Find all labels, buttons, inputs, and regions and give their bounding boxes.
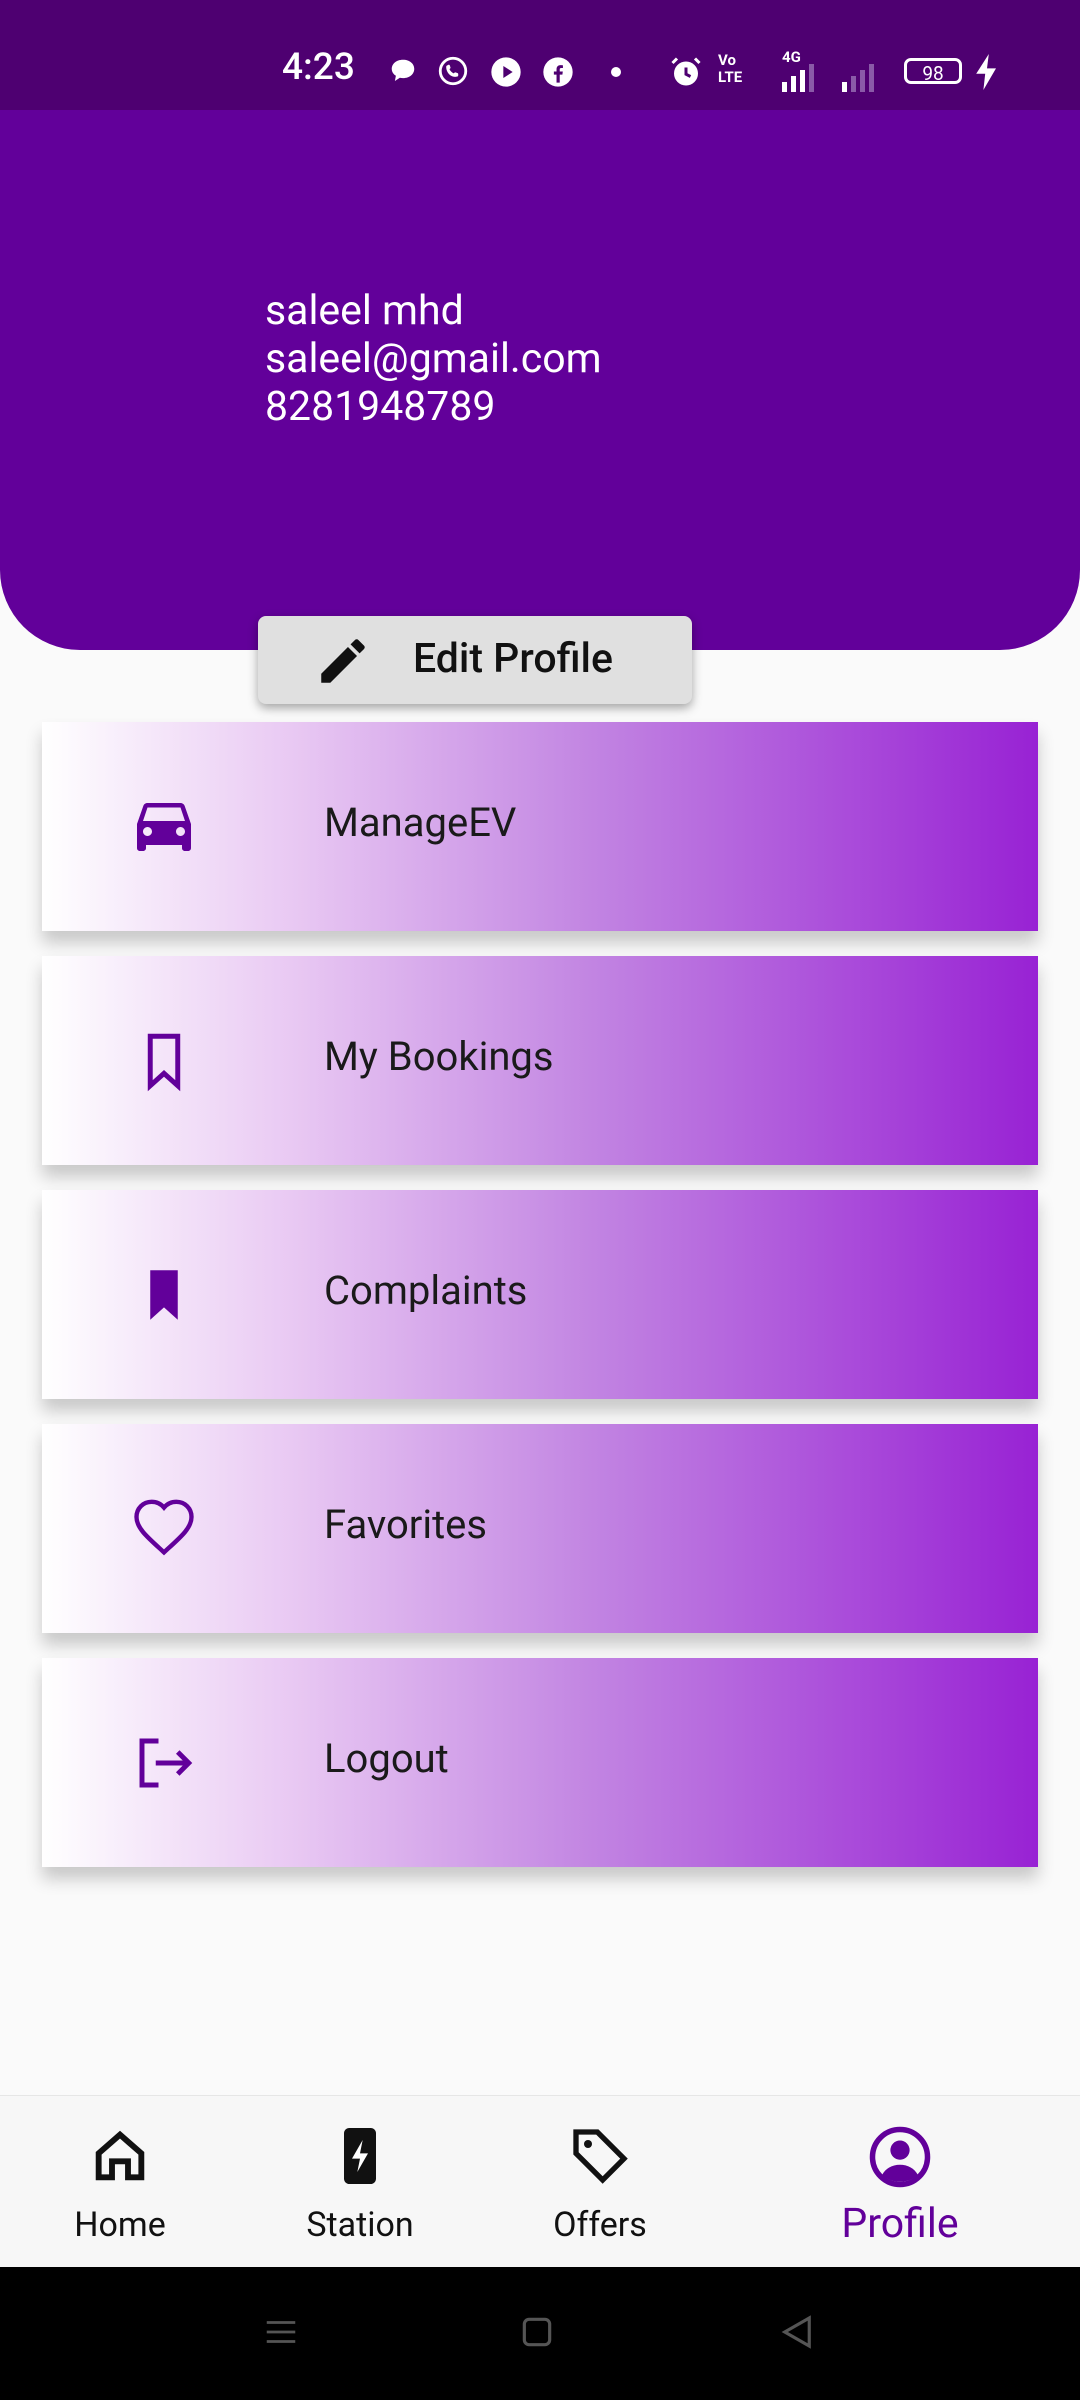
nav-label: Offers: [553, 2205, 647, 2245]
whatsapp-icon: [438, 56, 468, 86]
alarm-icon: [671, 57, 701, 86]
menu-label: Favorites: [324, 1501, 488, 1548]
logout-icon: [139, 1738, 193, 1788]
menu-label: Complaints: [324, 1267, 528, 1314]
car-icon: [137, 803, 191, 851]
nav-home[interactable]: Home: [50, 2096, 190, 2268]
nav-station[interactable]: Station: [290, 2096, 430, 2268]
volte-label: Vo LTE: [718, 51, 743, 86]
menu-item-manage-ev[interactable]: ManageEV: [42, 722, 1038, 931]
menu-label: My Bookings: [324, 1033, 554, 1080]
menu-label: ManageEV: [324, 799, 517, 846]
nav-label: Home: [74, 2205, 166, 2245]
home-square-icon[interactable]: [518, 2313, 556, 2351]
menu-item-complaints[interactable]: Complaints: [42, 1190, 1038, 1399]
heart-icon: [134, 1499, 194, 1556]
battery-indicator: 98: [904, 58, 962, 85]
edit-profile-label: Edit Profile: [413, 635, 613, 683]
pencil-icon: [321, 639, 365, 683]
bottom-navigation: Home Station Offers Profile: [0, 2095, 1080, 2268]
menu-item-my-bookings[interactable]: My Bookings: [42, 956, 1038, 1165]
battery-level: 98: [922, 62, 944, 85]
profile-header: saleel mhd saleel@gmail.com 8281948789 E…: [0, 110, 1080, 704]
account-circle-icon: [869, 2126, 931, 2188]
bookmark-filled-icon: [150, 1270, 178, 1320]
menu-label: Logout: [324, 1735, 449, 1782]
user-info: saleel mhd saleel@gmail.com 8281948789: [265, 287, 602, 431]
nav-label: Profile: [841, 2200, 959, 2248]
nav-label: Station: [306, 2205, 414, 2245]
chat-bubble-icon: [391, 59, 415, 81]
facebook-icon: [543, 57, 573, 87]
menu-item-favorites[interactable]: Favorites: [42, 1424, 1038, 1633]
back-icon[interactable]: [776, 2311, 818, 2353]
charging-station-icon: [344, 2128, 376, 2184]
bookmark-outline-icon: [147, 1033, 181, 1092]
user-name: saleel mhd: [265, 287, 464, 335]
signal-icon-1: [782, 64, 814, 92]
user-email: saleel@gmail.com: [265, 335, 602, 383]
charging-bolt-icon: [976, 54, 996, 90]
user-phone: 8281948789: [265, 383, 496, 431]
system-navigation-bar: [0, 2267, 1080, 2400]
play-icon: [491, 57, 521, 87]
nav-profile[interactable]: Profile: [820, 2096, 980, 2268]
signal-icon-2: [842, 64, 874, 92]
edit-profile-button[interactable]: Edit Profile: [258, 616, 692, 704]
home-icon: [95, 2130, 145, 2181]
tag-icon: [573, 2129, 628, 2184]
status-time: 4:23: [282, 46, 355, 89]
dot-icon: [611, 67, 621, 77]
nav-offers[interactable]: Offers: [530, 2096, 670, 2268]
menu-item-logout[interactable]: Logout: [42, 1658, 1038, 1867]
menu-icon[interactable]: [262, 2313, 300, 2351]
status-bar: 4:23 Vo LTE 4G 98: [0, 0, 1080, 110]
